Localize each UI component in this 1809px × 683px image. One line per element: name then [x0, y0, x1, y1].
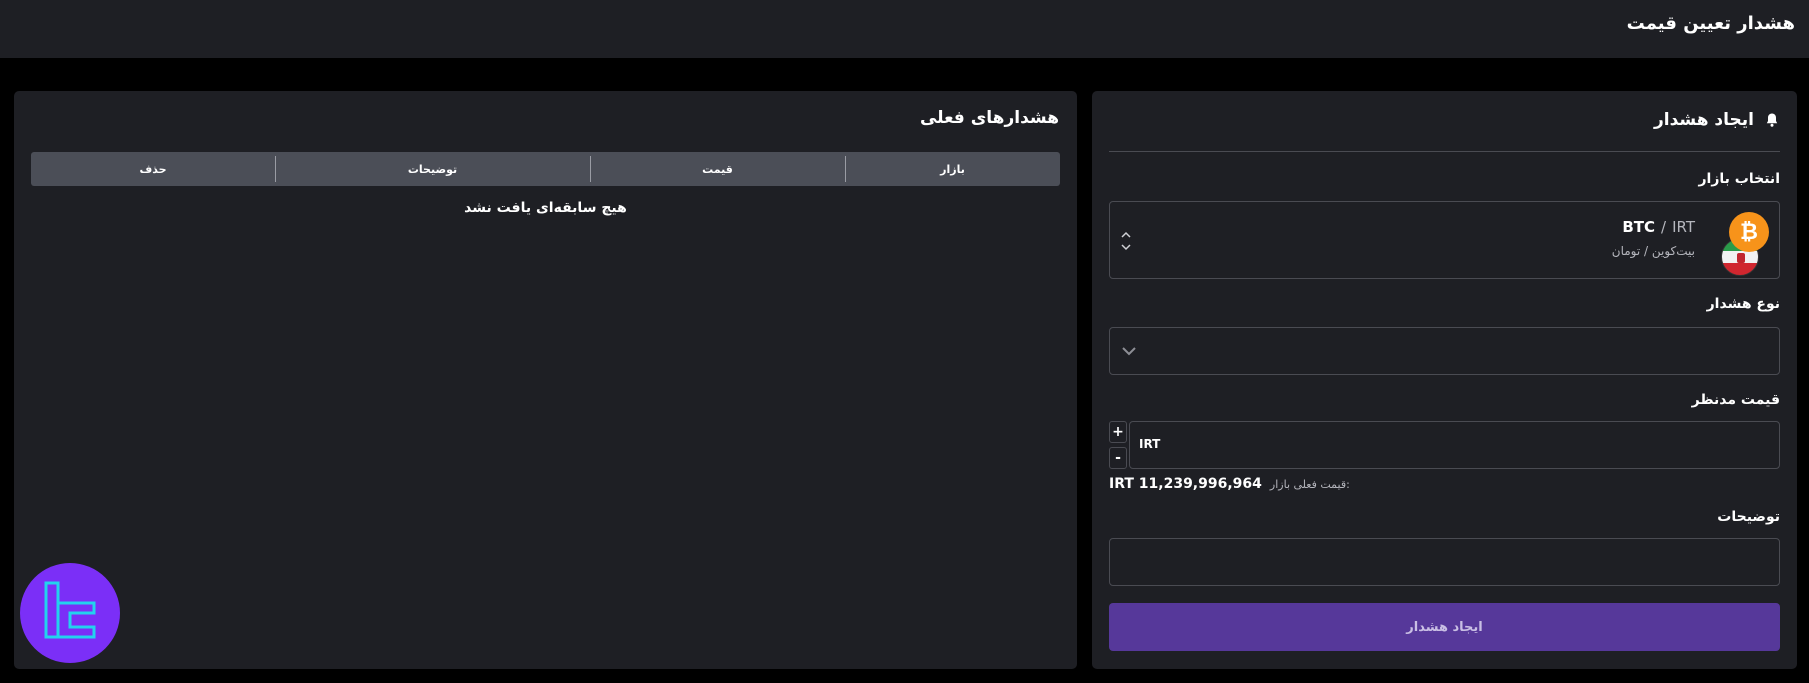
market-base: BTC — [1622, 218, 1656, 236]
page-title: هشدار تعیین قیمت — [1626, 13, 1795, 34]
chevron-down-icon — [1122, 347, 1136, 356]
market-separator: / — [1661, 218, 1667, 236]
create-alert-button[interactable]: ایجاد هشدار — [1109, 603, 1780, 651]
market-select[interactable]: ₿ BTC / IRT بیت‌کوین / تومان — [1109, 201, 1780, 279]
current-price-value: IRT 11,239,996,964 — [1109, 476, 1262, 492]
create-alert-panel: ایجاد هشدار انتخاب بازار ₿ BTC / IRT بیت… — [1092, 91, 1797, 669]
market-pair: BTC / IRT — [1622, 218, 1695, 236]
current-market-price: IRT 11,239,996,964 قیمت فعلی بازار: — [1109, 476, 1350, 492]
price-stepper: + - — [1109, 421, 1127, 469]
target-price-input[interactable]: IRT — [1129, 421, 1780, 469]
column-market: بازار — [845, 152, 1060, 186]
increment-button[interactable]: + — [1109, 421, 1127, 443]
bitcoin-icon: ₿ — [1729, 212, 1769, 252]
target-price-value: IRT — [1139, 437, 1161, 451]
current-alerts-title: هشدارهای فعلی — [919, 108, 1059, 128]
alerts-table-header: بازار قیمت توضیحات حذف — [31, 152, 1060, 186]
market-quote: IRT — [1672, 218, 1695, 236]
alert-type-select[interactable] — [1109, 327, 1780, 375]
alert-type-label: نوع هشدار — [1706, 296, 1780, 312]
column-price: قیمت — [590, 152, 845, 186]
brand-logo — [20, 563, 120, 663]
current-alerts-panel: هشدارهای فعلی بازار قیمت توضیحات حذف هیچ… — [14, 91, 1077, 669]
bell-icon — [1766, 113, 1778, 127]
market-icons: ₿ — [1721, 212, 1769, 276]
market-subtitle: بیت‌کوین / تومان — [1611, 244, 1695, 258]
current-price-label: قیمت فعلی بازار: — [1269, 477, 1350, 491]
description-label: توضیحات — [1717, 509, 1780, 525]
column-delete: حذف — [139, 162, 167, 176]
create-alert-title: ایجاد هشدار — [1654, 110, 1780, 130]
description-input[interactable] — [1109, 538, 1780, 586]
create-alert-title-text: ایجاد هشدار — [1653, 110, 1754, 130]
decrement-button[interactable]: - — [1109, 447, 1127, 469]
market-label: انتخاب بازار — [1698, 171, 1781, 187]
top-bar: هشدار تعیین قیمت — [0, 0, 1809, 58]
brand-logo-icon — [44, 581, 96, 639]
divider — [1109, 151, 1780, 152]
up-down-chevron-icon — [1121, 231, 1131, 251]
empty-message: هیچ سابقه‌ای یافت نشد — [464, 200, 627, 216]
target-price-label: قیمت مدنظر — [1691, 392, 1780, 408]
column-description: توضیحات — [275, 152, 590, 186]
